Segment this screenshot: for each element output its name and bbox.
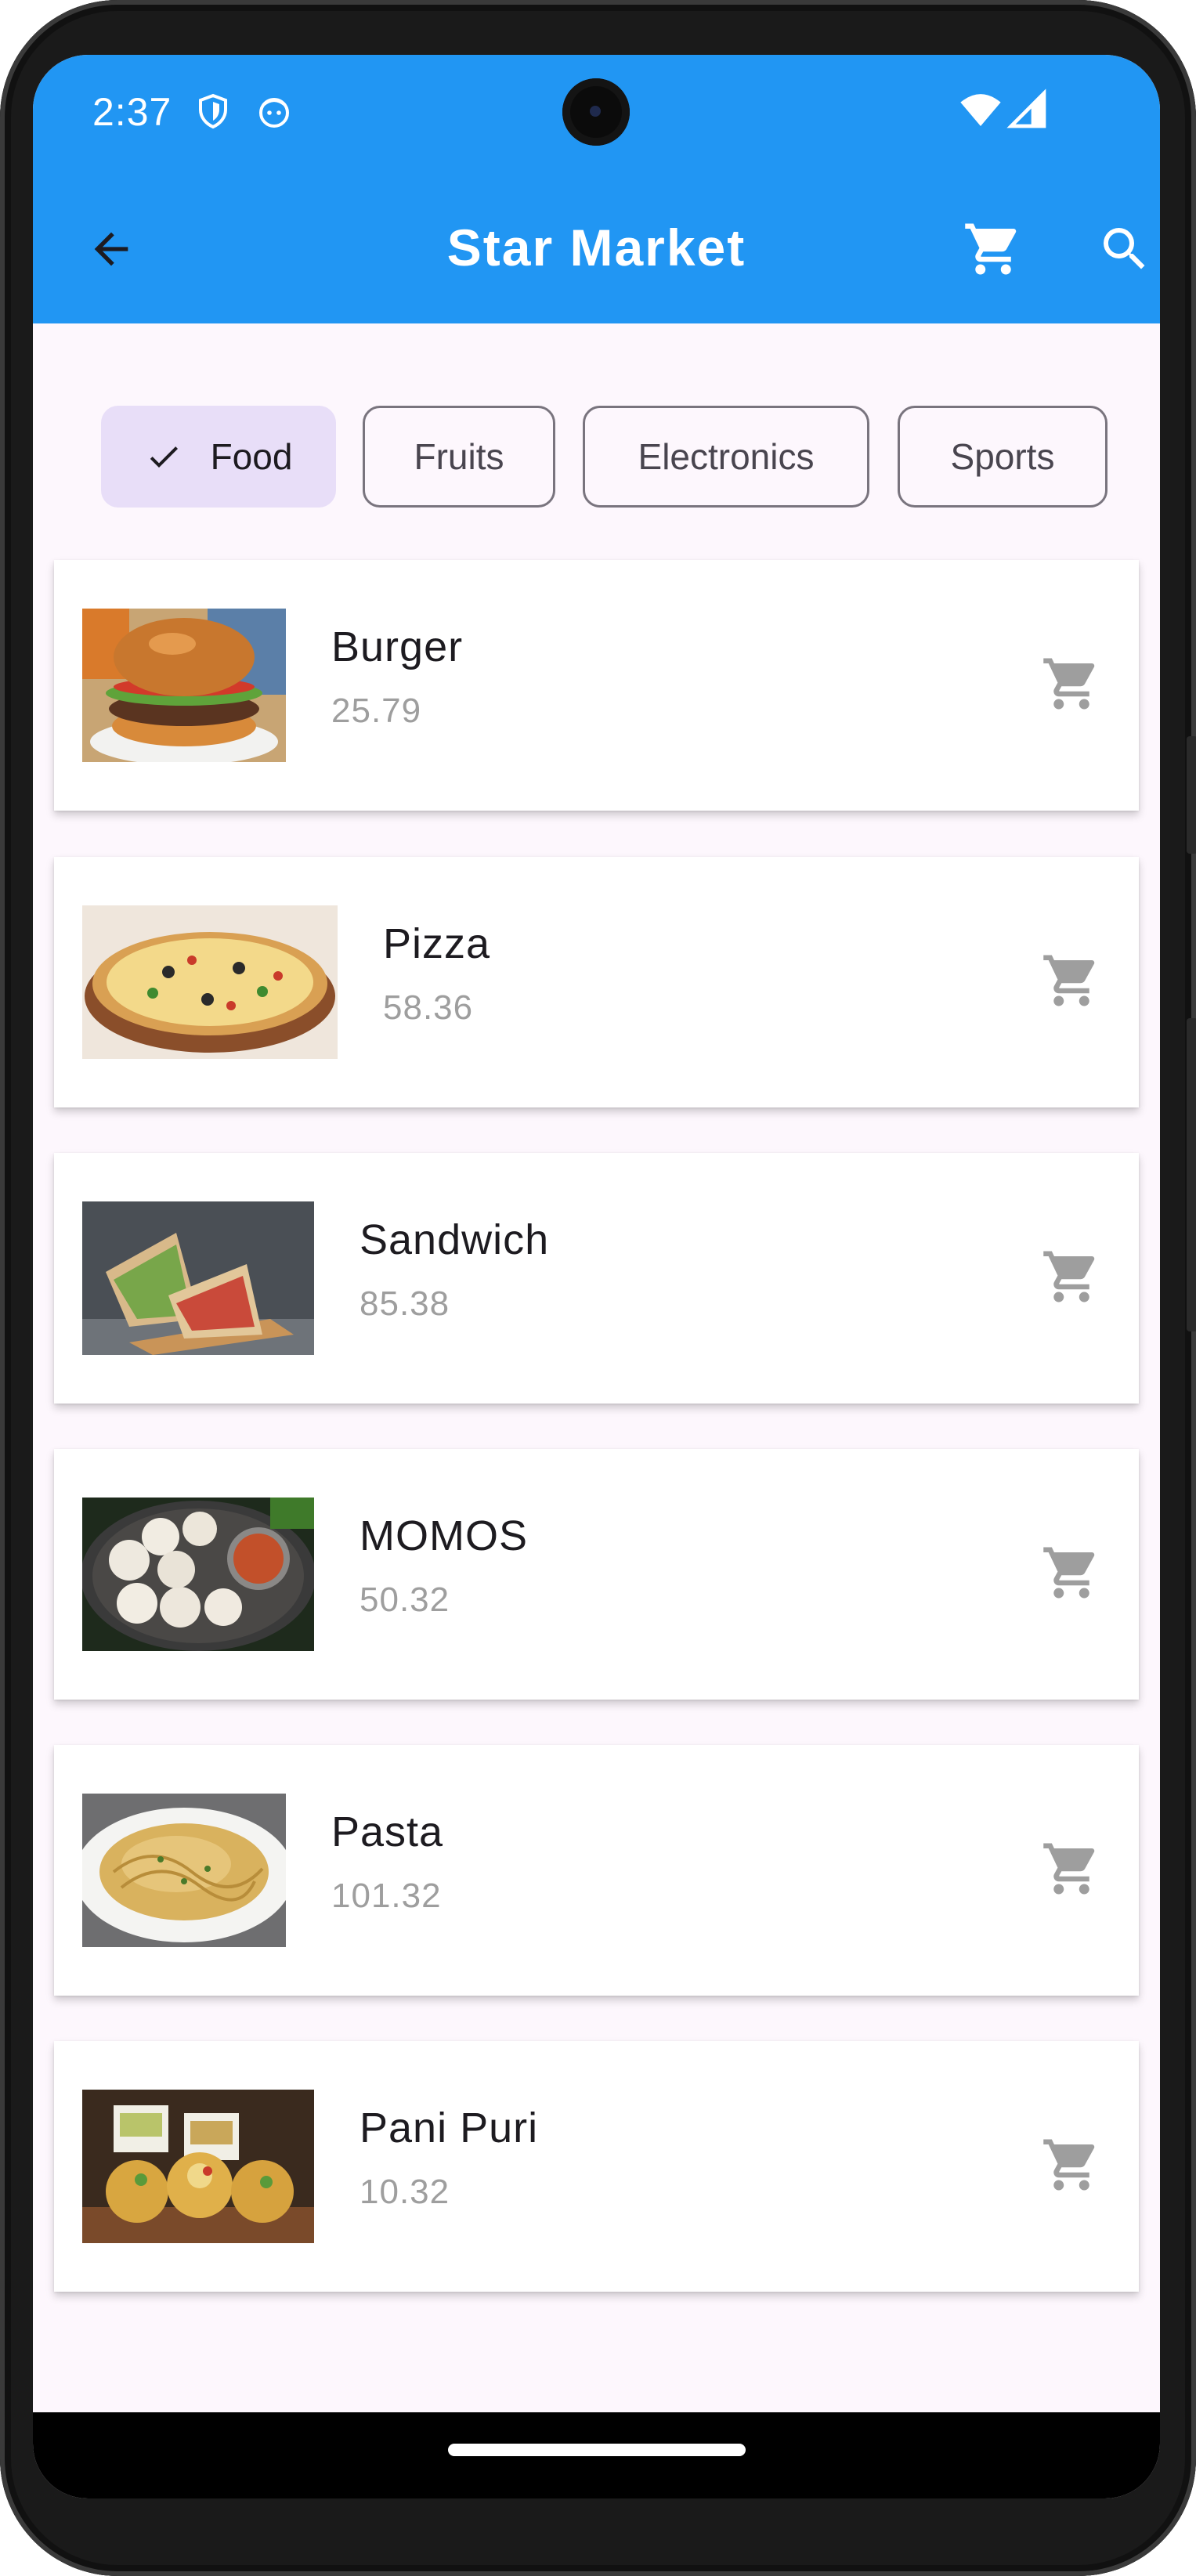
check-icon: [145, 438, 182, 475]
shopping-cart-icon: [963, 219, 1024, 284]
list-item[interactable]: Pasta 101.32: [54, 1745, 1139, 1996]
chip-label: Food: [210, 436, 293, 477]
cart-button[interactable]: [954, 211, 1032, 290]
burger-photo: [82, 609, 286, 762]
list-item[interactable]: MOMOS 50.32: [54, 1449, 1139, 1700]
chip-sports[interactable]: Sports: [898, 406, 1107, 508]
product-price: 85.38: [360, 1284, 450, 1323]
front-camera: [562, 78, 630, 146]
pasta-photo: [82, 1794, 286, 1947]
list-item[interactable]: Burger 25.79: [54, 560, 1139, 811]
phone-frame: 2:37 Star Market Food Fruits Electronics…: [0, 0, 1196, 2576]
product-name: Pizza: [383, 920, 491, 967]
wifi-icon: [959, 88, 1003, 132]
list-item[interactable]: Pani Puri 10.32: [54, 2041, 1139, 2292]
product-name: Burger: [331, 623, 464, 670]
chip-food[interactable]: Food: [101, 406, 336, 508]
category-filter-chips: Food Fruits Electronics Sports: [33, 406, 1160, 511]
add-to-cart-button[interactable]: [1032, 1239, 1111, 1317]
shopping-cart-icon: [1041, 950, 1102, 1015]
power-button: [1187, 736, 1196, 854]
chip-label: Fruits: [414, 436, 504, 477]
product-name: Sandwich: [360, 1216, 550, 1263]
shopping-cart-icon: [1041, 2134, 1102, 2199]
shopping-cart-icon: [1041, 1838, 1102, 1903]
status-time: 2:37: [92, 90, 172, 134]
cellular-signal-icon: [1006, 88, 1050, 132]
product-name: MOMOS: [360, 1512, 528, 1559]
product-name: Pasta: [331, 1808, 444, 1855]
add-to-cart-button[interactable]: [1032, 1831, 1111, 1909]
volume-button: [1187, 1018, 1196, 1331]
screen: 2:37 Star Market Food Fruits Electronics…: [33, 55, 1160, 2498]
product-price: 25.79: [331, 692, 422, 730]
search-icon: [1097, 221, 1153, 281]
product-name: Pani Puri: [360, 2105, 539, 2151]
shopping-cart-icon: [1041, 1542, 1102, 1607]
add-to-cart-button[interactable]: [1032, 646, 1111, 724]
sandwich-photo: [82, 1201, 314, 1355]
chip-label: Electronics: [638, 436, 815, 477]
list-item[interactable]: Sandwich 85.38: [54, 1153, 1139, 1404]
notification-app-icon: [255, 92, 293, 130]
pizza-photo: [82, 905, 338, 1059]
pani-puri-photo: [82, 2090, 314, 2243]
product-price: 50.32: [360, 1581, 450, 1619]
add-to-cart-button[interactable]: [1032, 943, 1111, 1021]
home-gesture-handle[interactable]: [448, 2444, 746, 2456]
vpn-shield-icon: [194, 92, 232, 130]
product-price: 101.32: [331, 1877, 442, 1915]
search-button[interactable]: [1086, 211, 1160, 290]
add-to-cart-button[interactable]: [1032, 2127, 1111, 2206]
add-to-cart-button[interactable]: [1032, 1535, 1111, 1613]
shopping-cart-icon: [1041, 1246, 1102, 1311]
chip-label: Sports: [950, 436, 1055, 477]
product-price: 58.36: [383, 988, 474, 1027]
list-item[interactable]: Pizza 58.36: [54, 857, 1139, 1107]
momos-photo: [82, 1498, 314, 1651]
product-price: 10.32: [360, 2173, 450, 2211]
system-navigation-bar: [33, 2412, 1160, 2498]
shopping-cart-icon: [1041, 653, 1102, 718]
app-bar: 2:37 Star Market: [33, 55, 1160, 323]
chip-fruits[interactable]: Fruits: [363, 406, 555, 508]
chip-electronics[interactable]: Electronics: [583, 406, 869, 508]
